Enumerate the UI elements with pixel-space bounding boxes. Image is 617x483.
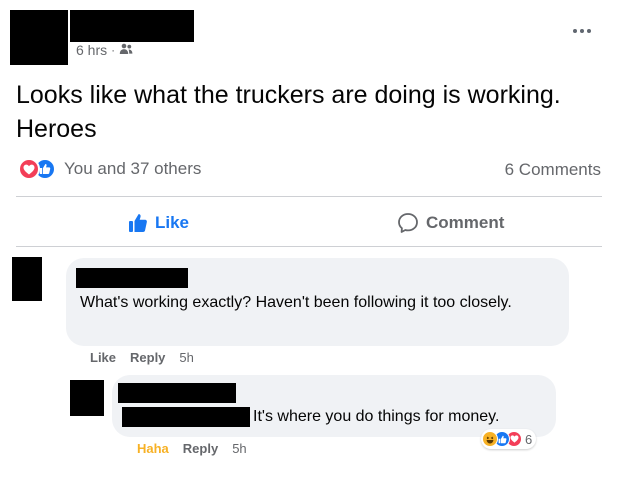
post-text: Looks like what the truckers are doing i… [16, 81, 561, 143]
comment-button-label: Comment [426, 213, 505, 232]
post-time[interactable]: 6 hrs [76, 42, 107, 58]
like-button[interactable]: Like [128, 205, 189, 241]
comments-count[interactable]: 6 Comments [505, 160, 601, 180]
reply-reply-button[interactable]: Reply [183, 441, 218, 456]
reply-time[interactable]: 5h [232, 441, 246, 456]
reply-author-name-redacted[interactable] [118, 383, 236, 403]
reply-reaction-count: 6 [525, 431, 533, 447]
comment-reply-button[interactable]: Reply [130, 350, 165, 365]
post-author-avatar-redacted[interactable] [10, 10, 68, 65]
reply-reactions[interactable]: 6 [481, 429, 537, 449]
like-button-label: Like [155, 213, 190, 232]
reply-haha-button[interactable]: Haha [137, 441, 169, 456]
love-reaction-icon [18, 158, 40, 180]
reply-author-avatar-redacted[interactable] [70, 380, 104, 416]
reactions-summary[interactable]: You and 37 others [18, 158, 201, 180]
more-options-icon[interactable] [566, 20, 598, 42]
reply-text: It's where you do things for money. [253, 408, 500, 425]
divider-top [16, 196, 602, 197]
like-icon [129, 214, 147, 232]
friends-icon[interactable] [119, 42, 133, 58]
comment-time[interactable]: 5h [179, 350, 193, 365]
reply-text-redacted [122, 407, 250, 427]
reactions-label: You and 37 others [64, 159, 202, 178]
post-meta: 6 hrs · [76, 42, 133, 58]
post-author-name-redacted[interactable] [70, 10, 194, 42]
meta-separator: · [111, 43, 116, 57]
comment-like-button[interactable]: Like [90, 350, 116, 365]
comment-author-name-redacted[interactable] [76, 268, 188, 288]
comment-button[interactable]: Comment [397, 205, 504, 241]
comment-actions: Like Reply 5h [90, 350, 194, 365]
haha-reaction-icon [482, 431, 498, 447]
comment-icon [398, 213, 418, 233]
comment-author-avatar-redacted[interactable] [12, 257, 42, 301]
divider-bottom [16, 246, 602, 247]
reply-actions: Haha Reply 5h [137, 441, 247, 456]
comment-text: What's working exactly? Haven't been fol… [80, 294, 512, 311]
